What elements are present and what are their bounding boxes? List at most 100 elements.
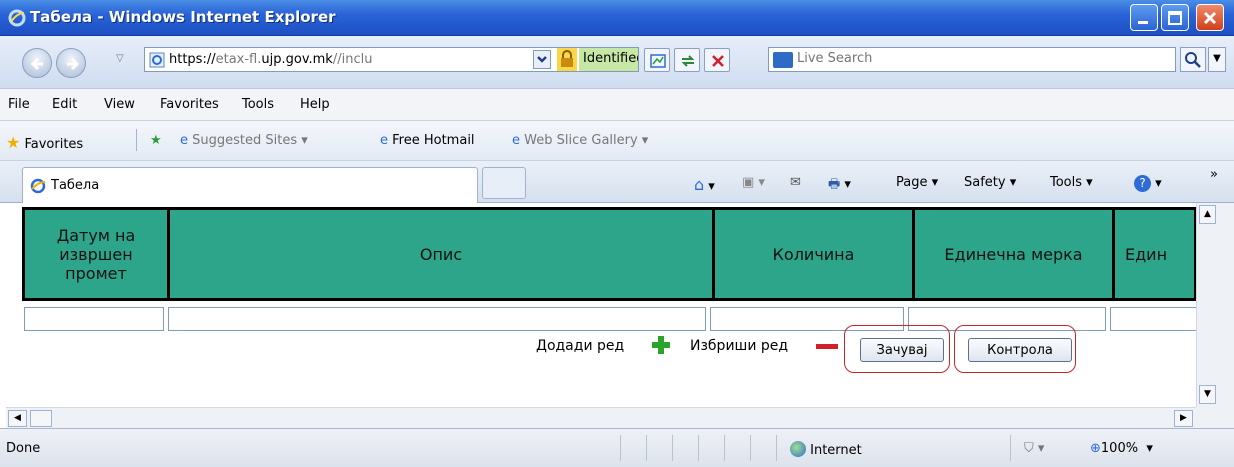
print-button[interactable]: 🖶 ▾ xyxy=(828,175,851,197)
refresh-button[interactable] xyxy=(674,48,700,72)
status-bar: Done Internet ⛉ ▾ ⊕100% ▾ xyxy=(0,428,1234,467)
add-row-label[interactable]: Додади ред xyxy=(536,338,624,354)
ie-page-icon: e xyxy=(180,133,188,148)
status-divider xyxy=(750,435,751,461)
printer-icon: 🖶 xyxy=(828,177,841,192)
search-input[interactable] xyxy=(797,51,1157,66)
menu-tools[interactable]: Tools xyxy=(242,97,274,112)
control-button[interactable]: Контрола xyxy=(968,338,1072,362)
menu-edit[interactable]: Edit xyxy=(52,97,77,112)
description-input[interactable] xyxy=(168,307,706,331)
column-header-unit: Единечна мерка xyxy=(915,210,1115,298)
zone-indicator[interactable]: Internet xyxy=(790,441,862,458)
home-button[interactable]: ⌂ ▾ xyxy=(694,175,715,194)
live-search-icon xyxy=(773,52,793,68)
minus-icon[interactable] xyxy=(816,344,838,350)
scroll-right-button[interactable]: ▶ xyxy=(1174,410,1193,427)
separator xyxy=(136,129,137,151)
tab-tabela[interactable]: Табела xyxy=(22,167,478,203)
compatibility-button[interactable] xyxy=(644,48,670,72)
ie-page-icon xyxy=(30,178,46,194)
window-border xyxy=(1217,203,1234,428)
tab-row: Табела ⌂ ▾ ▣ ▾ ✉ 🖶 ▾ Page ▾ Safety ▾ Too… xyxy=(0,161,1234,203)
lock-icon[interactable] xyxy=(557,48,577,71)
back-button[interactable] xyxy=(22,48,52,78)
stop-button[interactable] xyxy=(704,48,730,72)
plus-icon[interactable] xyxy=(652,336,670,354)
new-tab-button[interactable] xyxy=(482,167,526,199)
ie-page-icon: e xyxy=(380,133,388,148)
free-hotmail-link[interactable]: e Free Hotmail xyxy=(380,133,475,148)
status-divider xyxy=(1010,435,1011,461)
refresh-icon xyxy=(681,55,695,67)
scroll-down-button[interactable]: ▼ xyxy=(1199,385,1216,404)
scroll-up-button[interactable]: ▲ xyxy=(1199,205,1216,224)
scroll-left-button[interactable]: ◀ xyxy=(8,410,27,427)
search-button[interactable] xyxy=(1180,47,1206,72)
star-icon: ★ xyxy=(6,133,21,152)
search-icon xyxy=(1185,52,1201,68)
delete-row-label[interactable]: Избриши ред xyxy=(690,338,788,354)
read-mail-button[interactable]: ✉ xyxy=(790,175,801,190)
status-divider xyxy=(698,435,699,461)
help-button[interactable]: ? ▾ xyxy=(1134,175,1162,192)
url-text: https://etax-fl.ujp.gov.mk//inclu xyxy=(169,52,373,67)
tools-menu[interactable]: Tools ▾ xyxy=(1050,175,1093,190)
column-header-unit-price: Един xyxy=(1125,244,1168,264)
column-header-date: Датум на извршен промет xyxy=(25,210,170,298)
minimize-icon xyxy=(1138,21,1148,24)
unit-price-input[interactable] xyxy=(1110,307,1196,331)
address-field[interactable]: https://etax-fl.ujp.gov.mk//inclu Identi… xyxy=(144,47,639,72)
identity-badge[interactable]: Identified by thawte xyxy=(579,48,638,71)
ie-icon xyxy=(8,9,26,27)
favorites-button[interactable]: ★ Favorites xyxy=(6,133,83,152)
menu-file[interactable]: File xyxy=(8,97,30,112)
maximize-button[interactable] xyxy=(1161,4,1189,31)
suggested-sites-link[interactable]: e Suggested Sites ▾ xyxy=(180,133,308,148)
save-button[interactable]: Зачувај xyxy=(860,338,944,362)
web-slice-gallery-link[interactable]: e Web Slice Gallery ▾ xyxy=(512,133,648,148)
back-arrow-icon xyxy=(30,57,43,71)
status-divider xyxy=(776,435,777,461)
address-dropdown-button[interactable] xyxy=(533,50,551,69)
status-text: Done xyxy=(6,441,41,456)
close-icon xyxy=(1203,11,1217,25)
horizontal-scrollbar[interactable]: ◀ ▶ xyxy=(6,407,1196,428)
zoom-button[interactable]: ⊕100% ▾ xyxy=(1090,441,1153,456)
menu-view[interactable]: View xyxy=(104,97,135,112)
column-header-quantity: Количина xyxy=(715,210,915,298)
close-button[interactable] xyxy=(1196,4,1224,31)
status-divider xyxy=(672,435,673,461)
stop-icon xyxy=(712,55,724,67)
menu-bar: File Edit View Favorites Tools Help xyxy=(0,89,1234,121)
search-box[interactable] xyxy=(768,47,1176,72)
scroll-corner xyxy=(1196,407,1234,428)
add-favorite-icon[interactable]: ★ xyxy=(150,133,162,148)
feeds-button[interactable]: ▣ ▾ xyxy=(742,175,765,190)
commandbar-overflow[interactable]: » xyxy=(1210,167,1218,182)
maximize-icon xyxy=(1168,11,1182,25)
window-title: Табела - Windows Internet Explorer xyxy=(30,8,336,26)
page-menu[interactable]: Page ▾ xyxy=(896,175,938,190)
page-content: Датум на извршен промет Опис Количина Ед… xyxy=(6,203,1196,407)
menu-help[interactable]: Help xyxy=(300,97,330,112)
favorites-bar: ★ Favorites ★ e Suggested Sites ▾ e Free… xyxy=(0,121,1234,161)
table-header: Датум на извршен промет Опис Количина Ед… xyxy=(22,207,1196,301)
home-icon: ⌂ xyxy=(694,175,705,194)
status-divider xyxy=(620,435,621,461)
safety-menu[interactable]: Safety ▾ xyxy=(964,175,1016,190)
shield-icon: ⛉ xyxy=(1024,441,1034,456)
vertical-scrollbar[interactable]: ▲ ▼ xyxy=(1196,203,1217,407)
protected-mode-button[interactable]: ⛉ ▾ xyxy=(1024,441,1044,456)
date-input[interactable] xyxy=(24,307,164,331)
address-toolbar: ▽ https://etax-fl.ujp.gov.mk//inclu Iden… xyxy=(0,36,1234,89)
rss-icon: ▣ xyxy=(742,175,755,190)
search-options-button[interactable]: ▼ xyxy=(1208,47,1226,72)
forward-button[interactable] xyxy=(56,48,86,78)
history-dropdown-icon[interactable]: ▽ xyxy=(116,53,124,64)
forward-arrow-icon xyxy=(67,57,80,71)
menu-favorites[interactable]: Favorites xyxy=(160,97,219,112)
minimize-button[interactable] xyxy=(1130,4,1158,31)
horizontal-scroll-thumb[interactable] xyxy=(30,410,52,427)
status-divider xyxy=(646,435,647,461)
